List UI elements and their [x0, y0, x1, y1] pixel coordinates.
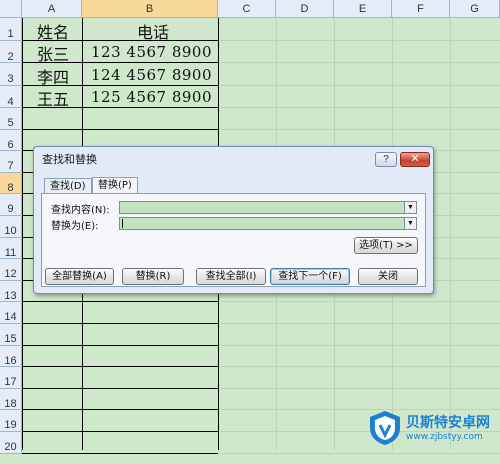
gridline: [218, 107, 500, 108]
close-button[interactable]: 关闭: [358, 268, 418, 285]
table-border: [22, 301, 218, 303]
cell-a3[interactable]: 李四: [37, 64, 69, 88]
column-header-g[interactable]: G: [450, 0, 500, 18]
gridline: [218, 62, 500, 63]
table-border: [22, 452, 218, 454]
row-header-2[interactable]: 2: [0, 40, 22, 63]
dialog-title: 查找和替换: [42, 153, 97, 166]
table-border: [22, 323, 218, 324]
gridline: [218, 323, 500, 324]
replace-with-label: 替换为(E):: [51, 221, 99, 232]
column-header-a[interactable]: A: [22, 0, 82, 18]
select-all-corner[interactable]: [0, 0, 22, 18]
column-header-f[interactable]: F: [392, 0, 450, 18]
tab-replace[interactable]: 替换(P): [92, 177, 138, 194]
row-header-12[interactable]: 12: [0, 259, 22, 281]
shield-logo-icon: [370, 411, 400, 445]
row-header-15[interactable]: 15: [0, 324, 22, 346]
row-header-5[interactable]: 5: [0, 108, 22, 130]
row-header-11[interactable]: 11: [0, 237, 22, 260]
cell-b1[interactable]: 电话: [137, 19, 169, 43]
watermark-logo: 贝斯特安卓网 www.zjbstyy.com: [368, 408, 498, 448]
cell-b3[interactable]: 124 4567 8900: [91, 66, 212, 84]
gridline: [218, 128, 500, 130]
row-header-3[interactable]: 3: [0, 63, 22, 86]
gridline: [218, 84, 500, 86]
cell-a1[interactable]: 姓名: [37, 19, 69, 43]
watermark-name: 贝斯特安卓网: [406, 415, 490, 431]
table-border: [22, 387, 218, 389]
gridline: [218, 452, 500, 454]
dropdown-arrow-icon[interactable]: ▼: [404, 202, 416, 213]
help-button[interactable]: ?: [375, 152, 397, 167]
row-header-16[interactable]: 16: [0, 345, 22, 368]
row-header-6[interactable]: 6: [0, 129, 22, 152]
table-border: [22, 431, 218, 432]
column-header-e[interactable]: E: [334, 0, 392, 18]
find-replace-dialog: 查找和替换 ? ✕ 查找(D) 替换(P) 查找内容(N): ▼ 替换为(E):…: [33, 146, 434, 294]
replace-all-button[interactable]: 全部替换(A): [45, 268, 114, 285]
row-header-4[interactable]: 4: [0, 85, 22, 108]
watermark-url: www.zjbstyy.com: [406, 432, 483, 442]
row-header-10[interactable]: 10: [0, 216, 22, 238]
row-header-14[interactable]: 14: [0, 302, 22, 324]
table-border: [22, 18, 23, 450]
cell-a4[interactable]: 王五: [37, 86, 69, 110]
table-border: [22, 409, 218, 411]
dropdown-arrow-icon[interactable]: ▼: [404, 218, 416, 229]
gridline: [218, 387, 500, 389]
row-header-7[interactable]: 7: [0, 151, 22, 173]
text-caret: [122, 219, 123, 228]
replace-panel: 查找内容(N): ▼ 替换为(E): ▼ 选项(T) >> 全部替换(A) 替换…: [41, 193, 426, 287]
row-header-9[interactable]: 9: [0, 194, 22, 216]
gridline: [218, 344, 500, 346]
row-header-1[interactable]: 1: [0, 18, 22, 41]
row-header-20[interactable]: 20: [0, 432, 22, 454]
dialog-close-button[interactable]: ✕: [400, 152, 430, 167]
replace-with-combobox[interactable]: ▼: [119, 217, 417, 230]
cell-b4[interactable]: 125 4567 8900: [91, 88, 212, 106]
find-what-combobox[interactable]: ▼: [119, 201, 417, 214]
table-border: [22, 366, 218, 368]
row-header-17[interactable]: 17: [0, 367, 22, 389]
find-what-label: 查找内容(N):: [51, 205, 110, 216]
find-all-button[interactable]: 查找全部(I): [196, 268, 266, 285]
gridline: [218, 39, 500, 41]
column-header-b[interactable]: B: [82, 0, 218, 18]
cell-a2[interactable]: 张三: [37, 41, 69, 65]
tab-find[interactable]: 查找(D): [44, 178, 92, 194]
cell-b2[interactable]: 123 4567 8900: [91, 43, 212, 61]
column-header-c[interactable]: C: [218, 0, 276, 18]
find-next-button[interactable]: 查找下一个(F): [270, 268, 350, 285]
column-header-d[interactable]: D: [276, 0, 334, 18]
table-border: [22, 344, 218, 346]
gridline: [218, 366, 500, 368]
row-header-19[interactable]: 19: [0, 410, 22, 432]
row-header-18[interactable]: 18: [0, 388, 22, 411]
options-button[interactable]: 选项(T) >>: [354, 237, 418, 254]
row-header-13[interactable]: 13: [0, 280, 22, 303]
replace-button[interactable]: 替换(R): [122, 268, 184, 285]
gridline: [218, 301, 500, 303]
row-header-8[interactable]: 8: [0, 172, 22, 195]
gridline: [450, 18, 451, 450]
table-border: [22, 128, 218, 130]
